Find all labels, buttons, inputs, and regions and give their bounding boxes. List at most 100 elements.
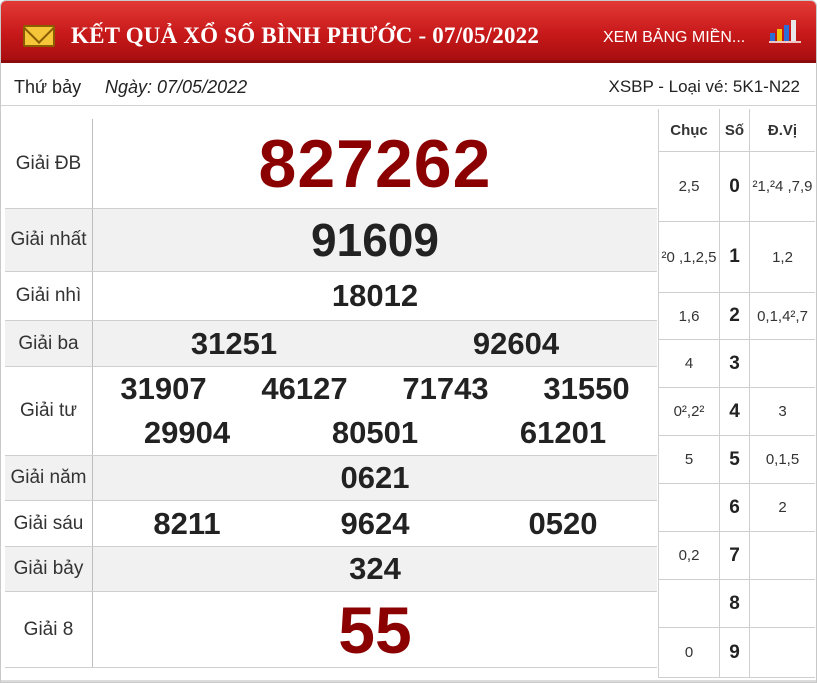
prize-row-fifth: Giải năm 0621 — [5, 456, 657, 501]
loto-dvi: 0,1,5 — [765, 451, 800, 468]
page-title: KẾT QUẢ XỔ SỐ BÌNH PHƯỚC - 07/05/2022 — [71, 23, 540, 48]
second-prize-number: 18012 — [331, 278, 419, 313]
fourth-prize-number: 46127 — [261, 371, 348, 406]
prize-label: Giải năm — [5, 456, 93, 500]
prize-table: Giải ĐB 827262 Giải nhất 91609 Giải nhì … — [5, 119, 657, 668]
prize-numbers: 55 — [93, 592, 657, 667]
prize-numbers: 18012 — [93, 272, 657, 320]
loto-row: 0 9 — [659, 628, 815, 678]
prize-numbers: 0621 — [93, 456, 657, 500]
loto-row: 0²,2² 4 3 — [659, 388, 815, 436]
prize-label: Giải ba — [5, 321, 93, 366]
prize-label: Giải ĐB — [5, 119, 93, 208]
loto-chuc — [659, 484, 720, 531]
prize-label: Giải sáu — [5, 501, 93, 546]
third-prize-number: 31251 — [190, 325, 278, 361]
sixth-prize-number: 9624 — [340, 505, 410, 541]
fourth-prize-number: 29904 — [143, 415, 231, 450]
loto-row: 4 3 — [659, 340, 815, 388]
seventh-prize-number: 324 — [349, 551, 401, 586]
loto-chuc: 2,5 — [659, 152, 720, 221]
draw-weekday: Thứ bảy — [14, 77, 82, 97]
loto-row: 0,2 7 — [659, 532, 815, 580]
prize-numbers: 31907 46127 71743 31550 29904 80501 6120… — [93, 367, 657, 455]
loto-chuc: ²0 ,1,2,5 — [659, 222, 720, 292]
loto-chuc: 0²,2² — [659, 388, 720, 435]
loto-table: Chục Số Đ.Vị 2,5 0 ²1,²4 ,7,9 ²0 ,1,2,5 … — [658, 109, 815, 678]
prize-label: Giải nhất — [5, 209, 93, 271]
loto-row: 2,5 0 ²1,²4 ,7,9 — [659, 152, 815, 222]
draw-info-bar: Thứ bảy Ngày: 07/05/2022 XSBP - Loại vé:… — [1, 67, 816, 106]
prize-row-sixth: Giải sáu 8211 9624 0520 — [5, 501, 657, 547]
loto-dvi: 1,2 — [772, 248, 793, 266]
first-prize-number: 91609 — [311, 214, 439, 266]
mail-icon — [23, 25, 55, 47]
loto-chuc — [659, 580, 720, 627]
draw-date: Ngày: 07/05/2022 — [105, 77, 248, 97]
loto-so: 4 — [720, 388, 750, 435]
loto-dvi: ²1,²4 ,7,9 — [752, 178, 813, 195]
fourth-prize-number: 61201 — [519, 415, 607, 450]
view-region-table-link[interactable]: XEM BẢNG MIỀN... — [603, 29, 745, 47]
loto-so: 3 — [720, 340, 750, 387]
loto-header-dvi: Đ.Vị — [767, 121, 798, 139]
loto-so: 7 — [720, 532, 750, 579]
prize-row-eighth: Giải 8 55 — [5, 592, 657, 668]
prize-numbers: 91609 — [93, 209, 657, 271]
loto-so: 5 — [720, 436, 750, 483]
loto-so: 0 — [720, 152, 750, 221]
loto-dvi: 3 — [778, 403, 787, 420]
prize-row-first: Giải nhất 91609 — [5, 209, 657, 272]
loto-so: 1 — [720, 222, 750, 292]
fourth-prize-number: 80501 — [331, 415, 419, 450]
loto-dvi — [750, 628, 815, 677]
fourth-prize-number: 71743 — [402, 371, 489, 406]
loto-dvi — [750, 532, 815, 579]
prize-numbers: 31251 92604 — [93, 321, 657, 366]
prize-numbers: 8211 9624 0520 — [93, 501, 657, 546]
prize-row-seventh: Giải bảy 324 — [5, 547, 657, 592]
loto-header-chuc: Chục — [659, 109, 720, 151]
prize-label: Giải bảy — [5, 547, 93, 591]
loto-chuc: 0,2 — [659, 532, 720, 579]
prize-numbers: 827262 — [93, 119, 657, 208]
fourth-prize-number: 31550 — [543, 371, 630, 406]
sixth-prize-number: 8211 — [153, 505, 221, 541]
prize-label: Giải tư — [5, 367, 93, 455]
prize-label: Giải 8 — [5, 592, 93, 667]
loto-dvi — [750, 340, 815, 387]
loto-so: 2 — [720, 293, 750, 339]
prize-row-second: Giải nhì 18012 — [5, 272, 657, 321]
loto-row: 6 2 — [659, 484, 815, 532]
loto-dvi: 2 — [778, 499, 787, 516]
eighth-prize-number: 55 — [338, 592, 412, 667]
loto-chuc: 5 — [659, 436, 720, 483]
prize-label: Giải nhì — [5, 272, 93, 320]
loto-row: 5 5 0,1,5 — [659, 436, 815, 484]
loto-so: 9 — [720, 628, 750, 677]
loto-row: ²0 ,1,2,5 1 1,2 — [659, 222, 815, 293]
loto-row: 8 — [659, 580, 815, 628]
loto-row: 1,6 2 0,1,4²,7 — [659, 293, 815, 340]
prize-row-third: Giải ba 31251 92604 — [5, 321, 657, 367]
loto-chuc: 0 — [659, 628, 720, 677]
bar-chart-icon[interactable] — [769, 17, 801, 43]
loto-so: 6 — [720, 484, 750, 531]
prize-row-fourth: Giải tư 31907 46127 71743 31550 29904 80… — [5, 367, 657, 456]
loto-dvi: 0,1,4²,7 — [757, 307, 808, 325]
loto-header-row: Chục Số Đ.Vị — [659, 109, 815, 152]
sixth-prize-number: 0520 — [528, 505, 598, 541]
loto-so: 8 — [720, 580, 750, 627]
loto-chuc: 4 — [659, 340, 720, 387]
third-prize-number: 92604 — [472, 325, 560, 361]
results-header: KẾT QUẢ XỔ SỐ BÌNH PHƯỚC - 07/05/2022 XE… — [1, 1, 816, 63]
loto-header-so: Số — [720, 109, 750, 151]
results-panel: KẾT QUẢ XỔ SỐ BÌNH PHƯỚC - 07/05/2022 XE… — [0, 0, 817, 683]
loto-chuc: 1,6 — [659, 293, 720, 339]
fourth-prize-number: 31907 — [120, 371, 207, 406]
loto-dvi — [750, 580, 815, 627]
prize-numbers: 324 — [93, 547, 657, 591]
special-prize-number: 827262 — [258, 125, 492, 202]
fifth-prize-number: 0621 — [340, 460, 410, 495]
ticket-code: XSBP - Loại vé: 5K1-N22 — [608, 77, 800, 96]
